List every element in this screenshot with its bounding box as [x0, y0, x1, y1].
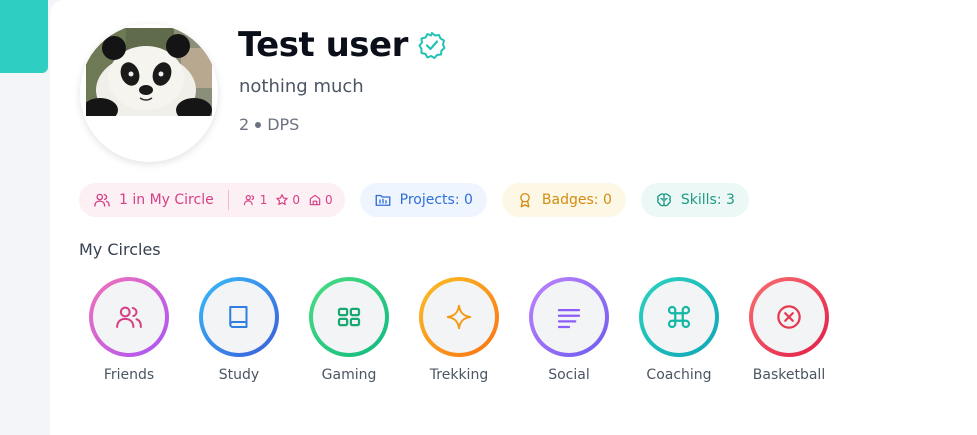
x-circle-icon: [777, 305, 801, 329]
circle-coaching[interactable]: Coaching: [624, 277, 734, 383]
circles-list: Friends Study Gaming Trekking Social Coa…: [74, 277, 844, 383]
circle-basketball[interactable]: Basketball: [734, 277, 844, 383]
circle-ring[interactable]: [199, 277, 279, 357]
avatar[interactable]: [80, 24, 218, 162]
profile-role: DPS: [267, 115, 300, 134]
panda-photo: [86, 28, 212, 116]
circle-study[interactable]: Study: [184, 277, 294, 383]
house-icon: [309, 194, 321, 206]
circle-ring[interactable]: [89, 277, 169, 357]
circle-label: Friends: [103, 367, 155, 383]
houses-count: 0: [324, 193, 333, 207]
members-icon: [243, 195, 254, 206]
circle-friends[interactable]: Friends: [74, 277, 184, 383]
separator-dot: [255, 121, 262, 128]
circle-ring[interactable]: [749, 277, 829, 357]
circle-trekking[interactable]: Trekking: [404, 277, 514, 383]
profile-bio: nothing much: [239, 76, 364, 97]
projects-pill[interactable]: Projects: 0: [359, 183, 487, 217]
command-icon: [667, 305, 691, 329]
lines-icon: [557, 309, 581, 329]
name-row: Test user: [238, 25, 446, 65]
pill-divider: [227, 190, 229, 210]
circle-gaming[interactable]: Gaming: [294, 277, 404, 383]
circle-count-label: 1 in My Circle: [119, 192, 214, 208]
badges-label: Badges: 0: [541, 192, 612, 208]
sparkle-icon: [446, 304, 472, 330]
members-count: 1: [259, 193, 268, 207]
folder-icon: [375, 194, 391, 206]
users-icon: [94, 193, 110, 207]
profile-level: 2: [239, 115, 250, 134]
circle-ring[interactable]: [639, 277, 719, 357]
houses-stat: 0: [308, 193, 333, 207]
circle-ring[interactable]: [309, 277, 389, 357]
circle-ring[interactable]: [529, 277, 609, 357]
book-icon: [229, 306, 248, 328]
my-circles-heading: My Circles: [79, 240, 161, 259]
projects-label: Projects: 0: [399, 192, 473, 208]
badges-pill[interactable]: Badges: 0: [501, 183, 626, 217]
skills-label: Skills: 3: [680, 192, 735, 208]
members-stat: 1: [243, 193, 268, 207]
circle-label: Trekking: [429, 367, 489, 383]
rail-accent: [0, 0, 48, 73]
award-icon: [520, 192, 530, 208]
circle-label: Study: [218, 367, 260, 383]
circle-label: Social: [548, 367, 590, 383]
circle-ring[interactable]: [419, 277, 499, 357]
circle-label: Coaching: [646, 367, 712, 383]
stars-count: 0: [292, 193, 300, 207]
profile-meta: 2 DPS: [239, 115, 299, 134]
circle-label: Basketball: [752, 367, 826, 383]
stats-row: 1 in My Circle 1 0 0 Projects: 0 Badges:…: [79, 183, 749, 217]
stars-stat: 0: [275, 193, 300, 207]
skills-pill[interactable]: Skills: 3: [640, 183, 749, 217]
verified-badge-icon: [418, 31, 446, 59]
circle-social[interactable]: Social: [514, 277, 624, 383]
brain-icon: [656, 193, 671, 207]
grid-icon: [337, 307, 361, 327]
star-icon: [276, 194, 289, 206]
users-icon: [116, 306, 142, 328]
my-circle-pill[interactable]: 1 in My Circle 1 0 0: [79, 183, 345, 217]
circle-label: Gaming: [321, 367, 377, 383]
profile-name: Test user: [238, 25, 408, 65]
